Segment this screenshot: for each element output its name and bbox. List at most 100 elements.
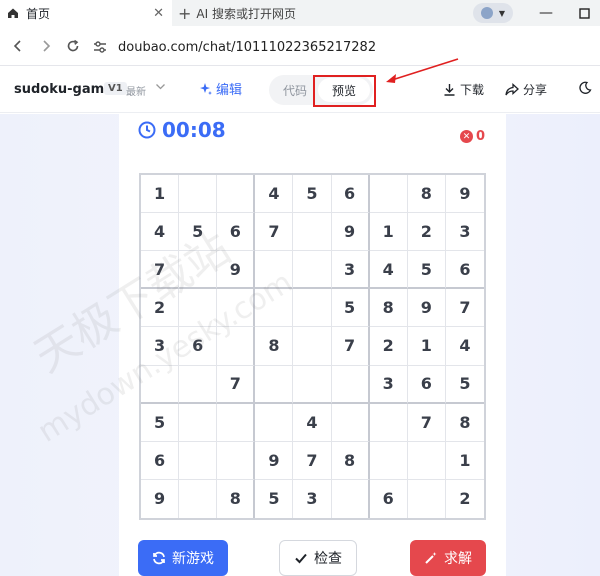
sudoku-cell-r6c2[interactable] <box>179 365 218 404</box>
sudoku-cell-r8c5[interactable]: 7 <box>293 441 332 480</box>
sudoku-cell-r8c8[interactable] <box>407 441 446 480</box>
solve-button[interactable]: 求解 <box>410 540 486 576</box>
sudoku-cell-r1c3[interactable] <box>217 175 256 214</box>
sudoku-cell-r5c7[interactable]: 2 <box>369 327 408 366</box>
moon-icon[interactable] <box>578 81 596 95</box>
sudoku-cell-r1c5[interactable]: 5 <box>293 175 332 214</box>
sudoku-cell-r3c7[interactable]: 4 <box>369 251 408 290</box>
sudoku-cell-r9c4[interactable]: 5 <box>255 479 294 518</box>
sudoku-cell-r7c7[interactable] <box>369 403 408 442</box>
sudoku-cell-r2c9[interactable]: 3 <box>445 213 484 252</box>
sudoku-cell-r8c2[interactable] <box>179 441 218 480</box>
edit-button[interactable]: 编辑 <box>199 79 242 98</box>
share-button[interactable]: 分享 <box>505 81 547 98</box>
minimize-icon[interactable]: — <box>536 3 556 23</box>
sudoku-cell-r2c6[interactable]: 9 <box>331 213 370 252</box>
sudoku-cell-r3c2[interactable] <box>179 251 218 290</box>
sudoku-cell-r9c9[interactable]: 2 <box>446 480 484 518</box>
sudoku-cell-r7c4[interactable] <box>255 403 294 442</box>
sudoku-cell-r5c1[interactable]: 3 <box>141 327 180 366</box>
sudoku-cell-r6c5[interactable] <box>293 365 332 404</box>
sudoku-cell-r6c4[interactable] <box>255 365 294 404</box>
sudoku-cell-r3c4[interactable] <box>255 251 294 290</box>
sudoku-cell-r1c6[interactable]: 6 <box>331 175 370 214</box>
sudoku-cell-r4c3[interactable] <box>217 289 256 328</box>
sudoku-cell-r5c4[interactable]: 8 <box>255 327 294 366</box>
sudoku-cell-r7c5[interactable]: 4 <box>293 403 332 442</box>
chevron-down-icon[interactable] <box>155 81 166 95</box>
sudoku-cell-r7c8[interactable]: 7 <box>407 403 446 442</box>
sudoku-cell-r1c4[interactable]: 4 <box>255 175 294 214</box>
sudoku-cell-r4c7[interactable]: 8 <box>369 289 408 328</box>
sudoku-cell-r9c1[interactable]: 9 <box>141 479 180 518</box>
sudoku-cell-r8c1[interactable]: 6 <box>141 441 180 480</box>
sudoku-cell-r6c9[interactable]: 5 <box>445 366 484 404</box>
sudoku-cell-r2c5[interactable] <box>293 213 332 252</box>
sudoku-cell-r4c4[interactable] <box>255 289 294 328</box>
sudoku-cell-r5c5[interactable] <box>293 327 332 366</box>
sudoku-cell-r6c6[interactable] <box>331 365 370 404</box>
sudoku-cell-r3c5[interactable] <box>293 251 332 290</box>
tab-code[interactable]: 代码 <box>283 82 307 99</box>
sudoku-cell-r7c1[interactable]: 5 <box>141 403 180 442</box>
sudoku-cell-r9c2[interactable] <box>179 479 218 518</box>
sudoku-cell-r9c6[interactable] <box>332 479 370 518</box>
sudoku-cell-r7c6[interactable] <box>331 403 370 442</box>
sudoku-cell-r6c1[interactable] <box>141 365 180 404</box>
sudoku-cell-r8c9[interactable]: 1 <box>445 442 484 480</box>
sudoku-cell-r4c5[interactable] <box>293 289 332 328</box>
sudoku-cell-r8c4[interactable]: 9 <box>255 441 294 480</box>
sudoku-cell-r2c7[interactable]: 1 <box>369 213 408 252</box>
sudoku-cell-r2c8[interactable]: 2 <box>407 213 446 252</box>
forward-icon[interactable] <box>36 36 56 56</box>
sudoku-cell-r3c1[interactable]: 7 <box>141 251 180 290</box>
back-icon[interactable] <box>8 36 28 56</box>
sudoku-cell-r1c2[interactable] <box>179 175 218 214</box>
sudoku-cell-r5c9[interactable]: 4 <box>445 327 484 366</box>
sudoku-cell-r1c8[interactable]: 8 <box>407 175 446 214</box>
sudoku-cell-r9c8[interactable] <box>408 479 446 518</box>
profile-button[interactable]: ▼ <box>473 3 513 23</box>
sudoku-cell-r9c3[interactable]: 8 <box>217 479 256 518</box>
sudoku-cell-r2c4[interactable]: 7 <box>255 213 294 252</box>
sudoku-cell-r4c8[interactable]: 9 <box>407 289 446 328</box>
sudoku-cell-r5c8[interactable]: 1 <box>407 327 446 366</box>
sudoku-cell-r2c2[interactable]: 5 <box>179 213 218 252</box>
sudoku-cell-r5c6[interactable]: 7 <box>331 327 370 366</box>
sudoku-cell-r7c3[interactable] <box>217 403 256 442</box>
sudoku-cell-r7c9[interactable]: 8 <box>445 404 484 442</box>
maximize-icon[interactable] <box>574 3 594 23</box>
sudoku-cell-r3c6[interactable]: 3 <box>331 251 370 290</box>
site-settings-icon[interactable] <box>92 39 108 55</box>
close-icon[interactable]: ✕ <box>153 6 164 21</box>
sudoku-cell-r5c3[interactable] <box>217 327 256 366</box>
sudoku-cell-r6c8[interactable]: 6 <box>407 365 446 404</box>
sudoku-cell-r2c3[interactable]: 6 <box>217 213 256 252</box>
sudoku-cell-r1c9[interactable]: 9 <box>445 175 484 214</box>
sudoku-cell-r9c7[interactable]: 6 <box>370 479 408 518</box>
sudoku-cell-r4c9[interactable]: 7 <box>445 289 484 328</box>
sudoku-cell-r1c1[interactable]: 1 <box>141 175 180 214</box>
sudoku-cell-r5c2[interactable]: 6 <box>179 327 218 366</box>
tab-new[interactable]: + AI 搜索或打开网页 <box>178 0 296 26</box>
sudoku-cell-r7c2[interactable] <box>179 403 218 442</box>
sudoku-cell-r8c3[interactable] <box>217 441 256 480</box>
sudoku-cell-r6c7[interactable]: 3 <box>369 365 408 404</box>
tab-home[interactable]: 首页 ✕ <box>0 0 172 26</box>
sudoku-cell-r9c5[interactable]: 3 <box>293 479 332 518</box>
sudoku-cell-r4c1[interactable]: 2 <box>141 289 180 328</box>
sudoku-cell-r4c6[interactable]: 5 <box>331 289 370 328</box>
sudoku-cell-r2c1[interactable]: 4 <box>141 213 180 252</box>
url-field[interactable]: doubao.com/chat/10111022365217282 <box>92 34 592 60</box>
sudoku-cell-r6c3[interactable]: 7 <box>217 365 256 404</box>
sudoku-cell-r3c8[interactable]: 5 <box>407 251 446 290</box>
reload-icon[interactable] <box>63 36 83 56</box>
sudoku-cell-r1c7[interactable] <box>369 175 408 214</box>
check-button[interactable]: 检查 <box>279 540 357 576</box>
sudoku-cell-r3c3[interactable]: 9 <box>217 251 256 290</box>
sudoku-cell-r3c9[interactable]: 6 <box>445 251 484 290</box>
new-game-button[interactable]: 新游戏 <box>138 540 228 576</box>
sudoku-cell-r8c6[interactable]: 8 <box>331 441 370 480</box>
sudoku-cell-r8c7[interactable] <box>369 441 408 480</box>
sudoku-cell-r4c2[interactable] <box>179 289 218 328</box>
